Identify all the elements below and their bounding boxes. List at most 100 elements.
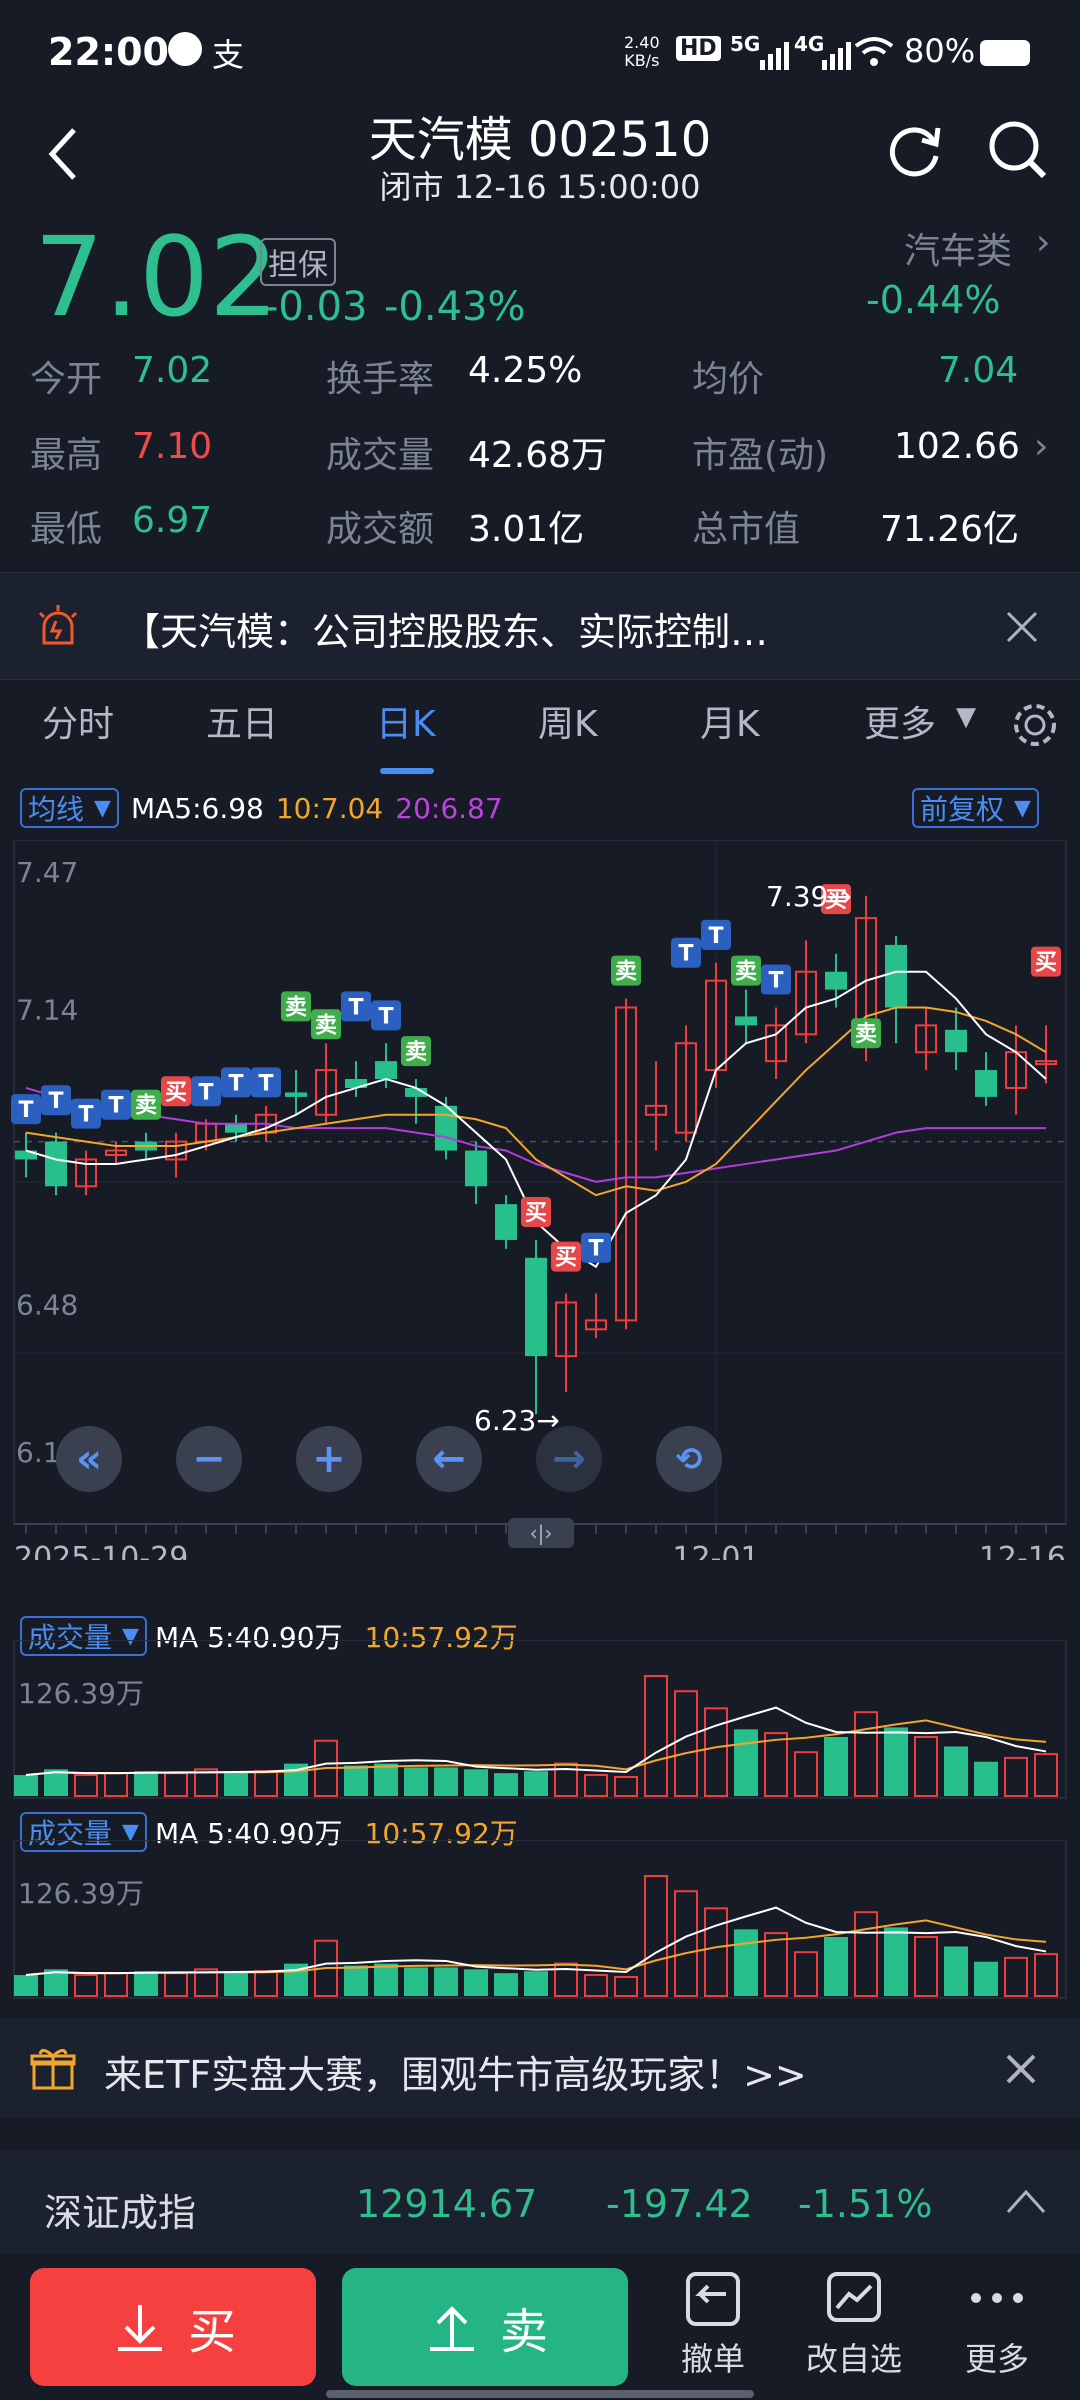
stat-value-amount: 3.01亿: [468, 509, 585, 550]
volume-chart[interactable]: [0, 1840, 1080, 2000]
sector-name[interactable]: 汽车类: [904, 222, 1012, 274]
index-change: -197.42: [606, 2182, 753, 2226]
ma10-label: 10:7.04: [275, 791, 384, 825]
candle-body: [465, 1150, 487, 1187]
scroll-left-button[interactable]: ←: [416, 1426, 482, 1492]
volume-bar: [74, 1974, 98, 1998]
trade-signal-label: 卖: [855, 1021, 877, 1047]
volume-bar: [674, 1690, 698, 1797]
trade-signal-label: T: [108, 1094, 123, 1119]
volume-bar: [224, 1973, 248, 1996]
tab-more[interactable]: 更多: [864, 695, 936, 747]
net-speed: 2.40 KB/s: [624, 33, 660, 70]
fast-rewind-button[interactable]: «: [56, 1426, 122, 1492]
trade-signal-label: T: [18, 1098, 33, 1123]
stat-value-avg: 7.04: [938, 350, 1019, 391]
search-icon[interactable]: [986, 118, 1050, 182]
volume-bar: [254, 1970, 278, 1998]
candle-body: [945, 1029, 967, 1053]
ma5-label: MA5:6.98: [130, 791, 264, 825]
more-dots-icon: [971, 2293, 1023, 2303]
gear-icon[interactable]: [1010, 700, 1060, 750]
volume-bar: [1004, 1756, 1028, 1797]
notice-bar[interactable]: 【天汽模：公司控股股东、实际控制…: [0, 572, 1080, 680]
more-button[interactable]: 更多: [944, 2268, 1050, 2388]
volume-bar: [494, 1773, 518, 1796]
volume-bar: [644, 1675, 668, 1797]
candle-body: [525, 1257, 547, 1357]
caret-down-icon[interactable]: ▼: [956, 702, 976, 732]
trade-signal-label: T: [678, 942, 693, 967]
cancel-order-button[interactable]: 撤单: [660, 2268, 766, 2388]
trade-signal-label: T: [198, 1080, 213, 1105]
candle-body: [975, 1070, 997, 1097]
margin-tag: 担保: [260, 238, 336, 286]
buy-button[interactable]: 买: [30, 2268, 316, 2386]
zoom-out-button[interactable]: −: [176, 1426, 242, 1492]
stat-value-high: 7.10: [132, 426, 213, 467]
buy-arrow-icon: [117, 2305, 162, 2351]
tab-five-day[interactable]: 五日: [206, 695, 278, 747]
price-change-pct: -0.43%: [384, 284, 526, 330]
chevron-right-icon[interactable]: ›: [1034, 426, 1048, 467]
volume-bar: [824, 1936, 848, 1996]
refresh-icon[interactable]: [886, 120, 946, 180]
current-price: 7.02: [34, 213, 279, 341]
trade-signal-label: 卖: [135, 1093, 157, 1119]
volume-bar: [164, 1772, 188, 1797]
volume-bar: [1004, 1956, 1028, 1997]
ad-banner[interactable]: 来ETF实盘大赛，围观牛市高级玩家！>>: [0, 2018, 1080, 2118]
volume-bar: [164, 1972, 188, 1997]
watchlist-button[interactable]: 改自选: [790, 2268, 918, 2388]
volume-chart[interactable]: [0, 1640, 1080, 1800]
zoom-in-button[interactable]: +: [296, 1426, 362, 1492]
volume-bar: [404, 1967, 428, 1996]
volume-bar: [434, 1967, 458, 1996]
rotate-screen-button[interactable]: ⟲: [656, 1426, 722, 1492]
stat-label: 最高: [30, 435, 103, 476]
volume-bar: [254, 1770, 278, 1798]
battery-level: 80%: [904, 32, 976, 70]
low-price-label: 6.23→: [474, 1404, 560, 1437]
volume-bar: [884, 1727, 908, 1796]
stat-label: 总市值: [692, 509, 801, 550]
watchlist-icon: [827, 2272, 881, 2322]
stat-value-low: 6.97: [132, 500, 213, 541]
trade-signal-label: T: [78, 1103, 93, 1128]
trade-signal-label: T: [768, 969, 783, 994]
trade-signal-label: 卖: [315, 1012, 337, 1038]
volume-bar: [614, 1775, 638, 1797]
adjust-dropdown[interactable]: 前复权 ▼: [912, 788, 1039, 828]
chevron-up-icon[interactable]: [1004, 2186, 1048, 2216]
close-icon[interactable]: [1004, 2052, 1038, 2086]
tab-minute[interactable]: 分时: [42, 695, 114, 747]
y-tick-label: 7.47: [16, 856, 78, 889]
volume-bar: [824, 1736, 848, 1796]
volume-bar: [734, 1929, 758, 1996]
x-tick-label: 12-16: [979, 1541, 1066, 1560]
volume-bar: [374, 1763, 398, 1796]
volume-bar: [734, 1729, 758, 1796]
sell-button[interactable]: 卖: [342, 2268, 628, 2386]
scroll-right-button[interactable]: →: [536, 1426, 602, 1492]
tab-monthly-k[interactable]: 月K: [700, 695, 760, 747]
stat-label: 最低: [30, 509, 103, 550]
ma-dropdown[interactable]: 均线 ▼: [20, 788, 119, 828]
trade-signal-label: 买: [525, 1201, 547, 1226]
tab-weekly-k[interactable]: 周K: [538, 695, 598, 747]
index-change-pct: -1.51%: [798, 2182, 933, 2226]
trade-signal-label: T: [708, 924, 723, 949]
back-icon[interactable]: [44, 126, 80, 182]
tab-daily-k[interactable]: 日K: [376, 695, 436, 747]
sector-change-pct: -0.44%: [866, 278, 1001, 322]
stat-value-open: 7.02: [132, 350, 213, 391]
x-tick-label: 2025-10-29: [14, 1541, 188, 1560]
index-bar[interactable]: 深证成指 12914.67 -197.42 -1.51%: [0, 2150, 1080, 2254]
candle-body: [285, 1092, 307, 1097]
stat-label: 成交额: [326, 509, 435, 550]
gift-icon: [30, 2049, 76, 2090]
pay-icon: 支: [212, 36, 245, 74]
chevron-right-icon[interactable]: ›: [1036, 222, 1050, 263]
close-icon[interactable]: [1004, 609, 1040, 645]
home-indicator: [326, 2390, 754, 2398]
